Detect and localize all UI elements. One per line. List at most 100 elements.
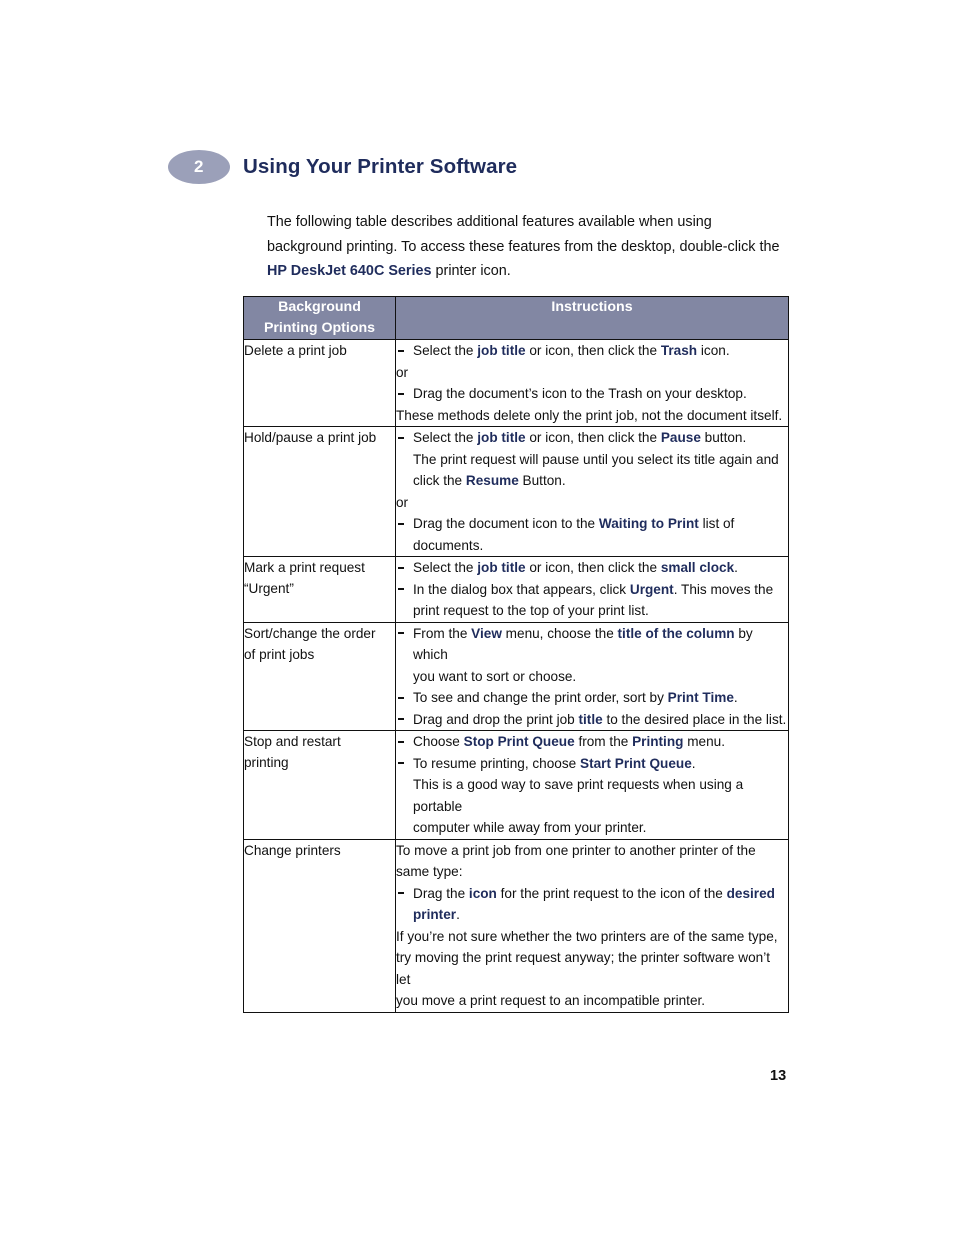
instruction-line: try moving the print request anyway; the… <box>396 947 788 990</box>
instruction-text: same type: <box>396 864 463 879</box>
instruction-text: This is a good way to save print request… <box>413 777 744 814</box>
column-header-instructions: Instructions <box>395 296 789 340</box>
instruction-line: If you’re not sure whether the two print… <box>396 926 788 948</box>
cell-instructions: Select the job title or icon, then click… <box>395 426 789 557</box>
cell-option: Delete a print job <box>243 339 396 427</box>
instruction-text: If you’re not sure whether the two print… <box>396 928 778 944</box>
instruction-emphasis: Pause <box>660 430 701 445</box>
instruction-text: menu. <box>683 734 726 749</box>
option-line: Delete a print job <box>244 343 347 358</box>
option-line: Stop and restart <box>244 734 341 749</box>
instruction-text: Drag the document’s icon to the Trash on… <box>413 386 747 401</box>
column-header-line-1: Background <box>278 299 361 315</box>
instruction-emphasis: small clock <box>660 560 735 575</box>
instruction-text: Drag the <box>413 885 469 901</box>
instruction-text: or <box>396 494 409 510</box>
instruction-line: print request to the top of your print l… <box>396 600 788 622</box>
instruction-text: documents. <box>413 537 484 553</box>
instruction-emphasis: job title <box>477 343 526 358</box>
cell-option: Change printers <box>243 838 396 1013</box>
column-header-background-printing-options: Background Printing Options <box>243 296 396 340</box>
table-row: Mark a print request “Urgent” Select the j… <box>243 556 789 623</box>
page-title: Using Your Printer Software <box>243 155 518 178</box>
table-row: Delete a print job Select the job title o… <box>243 339 789 427</box>
instruction-text: These methods delete only the print job,… <box>396 407 783 423</box>
instruction-text: for the print request to the icon of the <box>496 885 727 901</box>
instruction-line: documents. <box>396 535 788 557</box>
instruction-line: or <box>396 492 788 514</box>
instruction-bullet-line: Drag the document’s icon to the Trash on… <box>396 383 788 405</box>
instruction-line: you want to sort or choose. <box>396 666 788 688</box>
instruction-text: or icon, then click the <box>525 343 661 358</box>
instruction-text: To see and change the print order, sort … <box>413 690 668 705</box>
instruction-text: try moving the print request anyway; the… <box>396 950 771 987</box>
instruction-emphasis: View <box>471 625 502 641</box>
background-printing-options-table: Background Printing Options Instructions… <box>243 296 789 1013</box>
option-line: Change printers <box>244 842 341 858</box>
option-line: Sort/change the order <box>244 625 376 641</box>
instruction-emphasis: Printing <box>632 734 684 749</box>
instruction-text: button. <box>700 430 747 445</box>
instruction-emphasis: Waiting to Print <box>598 516 699 531</box>
instruction-line: These methods delete only the print job,… <box>396 405 788 427</box>
instruction-text: Choose <box>413 734 464 749</box>
option-line: “Urgent” <box>244 581 294 596</box>
instruction-line: The print request will pause until you s… <box>396 449 788 471</box>
instruction-bullet-line: Drag and drop the print job title to the… <box>396 709 788 731</box>
instruction-text: Select the <box>413 343 478 358</box>
instruction-text: Select the <box>413 430 478 445</box>
instruction-line: same type: <box>396 861 788 883</box>
cell-option: Mark a print request “Urgent” <box>243 556 396 623</box>
instruction-text: you want to sort or choose. <box>413 668 577 684</box>
chapter-header: 2 Using Your Printer Software <box>168 150 517 184</box>
instruction-text: To resume printing, choose <box>413 755 580 771</box>
instruction-text: or icon, then click the <box>525 430 661 445</box>
instruction-bullet-line: To resume printing, choose Start Print Q… <box>396 753 788 775</box>
intro-line-2: background printing. To access these fea… <box>267 238 780 255</box>
cell-instructions: Select the job title or icon, then click… <box>395 339 789 427</box>
instruction-text: menu, choose the <box>501 625 618 641</box>
instruction-text: Button. <box>518 473 566 488</box>
instruction-bullet-line: Drag the document icon to the Waiting to… <box>396 513 788 535</box>
instruction-emphasis: title <box>578 711 603 727</box>
instruction-text: . <box>691 755 696 771</box>
instruction-text: icon. <box>697 343 730 358</box>
instruction-emphasis: desired <box>726 885 775 901</box>
option-line: Hold/pause a print job <box>244 430 377 445</box>
instruction-text: From the <box>413 625 472 641</box>
instruction-text: click the <box>413 473 466 488</box>
instruction-text: computer while away from your printer. <box>413 820 647 835</box>
option-line: of print jobs <box>244 646 315 662</box>
instruction-text: print request to the top of your print l… <box>413 603 649 618</box>
table-row: Change printers To move a print job from … <box>243 838 789 1013</box>
cell-instructions: To move a print job from one printer to … <box>395 838 789 1013</box>
instruction-bullet-line: Drag the icon for the print request to t… <box>396 883 788 905</box>
instruction-emphasis: printer <box>413 907 457 922</box>
instruction-emphasis: Start Print Queue <box>580 755 692 771</box>
instruction-line: This is a good way to save print request… <box>396 774 788 817</box>
printer-model-name: HP DeskJet 640C Series <box>267 263 432 279</box>
instruction-text: or icon, then click the <box>525 560 661 575</box>
table-header-row: Background Printing Options Instructions <box>243 296 789 340</box>
instruction-text: from the <box>574 734 633 749</box>
intro-paragraph: The following table describes additional… <box>267 210 787 284</box>
instruction-text: In the dialog box that appears, click <box>413 581 630 597</box>
instruction-line: you move a print request to an incompati… <box>396 990 788 1012</box>
cell-instructions: From the View menu, choose the title of … <box>395 621 789 731</box>
table-row: Sort/change the order of print jobs From t… <box>243 621 789 731</box>
instruction-emphasis: Print Time <box>667 690 734 705</box>
page-number: 13 <box>770 1068 787 1084</box>
cell-instructions: Choose Stop Print Queue from the Printin… <box>395 730 789 840</box>
instruction-text: Select the <box>413 560 478 575</box>
cell-option: Stop and restart printing <box>243 730 396 840</box>
intro-line-1: The following table describes additional… <box>267 214 712 230</box>
instruction-text: . This moves the <box>673 581 774 597</box>
table-row: Hold/pause a print job Select the job tit… <box>243 426 789 557</box>
instruction-bullet-line: In the dialog box that appears, click Ur… <box>396 579 788 601</box>
instruction-emphasis: job title <box>477 430 526 445</box>
instruction-text: . <box>733 690 738 705</box>
table-row: Stop and restart printing Choose Stop Prin… <box>243 730 789 840</box>
cell-instructions: Select the job title or icon, then click… <box>395 556 789 623</box>
cell-option: Hold/pause a print job <box>243 426 396 557</box>
column-header-line-2: Printing Options <box>263 320 376 336</box>
